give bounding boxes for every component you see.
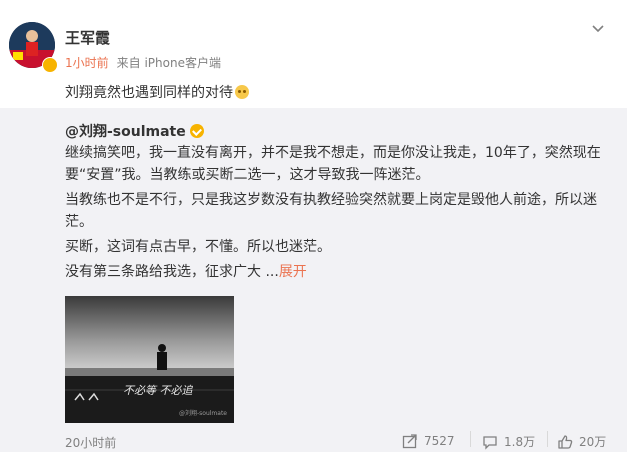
post-text-content: 刘翔竟然也遇到同样的对待	[65, 85, 233, 101]
repost-paragraph-4: 没有第三条路给我选，征求广大 ...展开	[65, 261, 610, 283]
repost-author-name[interactable]: @刘翔-soulmate	[65, 124, 186, 140]
author-name[interactable]: 王军霞	[65, 27, 110, 48]
like-count: 20万	[579, 435, 607, 449]
seaside-photo	[65, 296, 234, 423]
verified-badge-icon	[189, 124, 204, 138]
comment-count: 1.8万	[504, 435, 536, 449]
comment-icon	[483, 435, 497, 450]
repost-count: 7527	[424, 434, 455, 448]
repost-paragraph-1: 继续搞笑吧，我一直没有离开，并不是我不想走，而是你没让我走，10年了，突然现在要…	[65, 145, 601, 183]
ellipsis: ...	[261, 264, 279, 280]
post-text: 刘翔竟然也遇到同样的对待	[65, 82, 249, 102]
post-time[interactable]: 1小时前	[65, 56, 109, 70]
repost-button[interactable]: 7527	[402, 433, 455, 449]
post-source: 来自 iPhone客户端	[116, 56, 221, 70]
divider	[547, 431, 548, 447]
divider	[470, 431, 471, 447]
repost-paragraph-4-text: 没有第三条路给我选，征求广大	[65, 264, 261, 280]
repost-image[interactable]: 不必等 不必追 @刘翔-soulmate	[65, 296, 234, 423]
thumbs-up-icon	[558, 434, 573, 449]
post-meta: 1小时前 来自 iPhone客户端	[65, 54, 221, 71]
expand-link[interactable]: 展开	[279, 264, 307, 280]
verified-badge-icon	[42, 57, 58, 73]
like-button[interactable]: 20万	[557, 433, 606, 450]
repost-author[interactable]: @刘翔-soulmate	[65, 121, 204, 141]
comment-button[interactable]: 1.8万	[482, 433, 535, 450]
share-icon	[402, 434, 417, 449]
repost-paragraph-2: 当教练也不是不行，只是我这岁数没有执教经验突然就要上岗定是毁他人前途，所以迷茫。	[65, 192, 597, 230]
chevron-down-icon[interactable]	[591, 24, 605, 34]
repost-time[interactable]: 20小时前	[65, 434, 116, 451]
grimace-emoji-icon	[235, 85, 249, 99]
repost-paragraph-3: 买断，这词有点古早，不懂。所以也迷茫。	[65, 239, 331, 255]
post-card: 王军霞 1小时前 来自 iPhone客户端 刘翔竟然也遇到同样的对待	[0, 0, 627, 108]
image-watermark: @刘翔-soulmate	[179, 410, 227, 417]
image-caption: 不必等 不必追	[123, 384, 193, 397]
